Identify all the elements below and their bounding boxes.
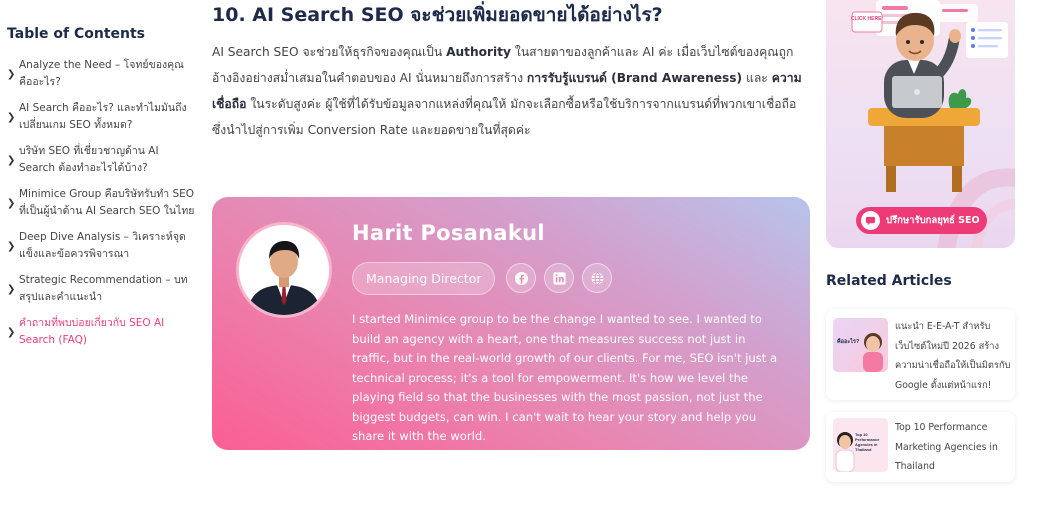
author-role-badge: Managing Director <box>352 262 496 295</box>
toc-item[interactable]: ❯ บริษัท SEO ที่เชี่ยวชาญด้าน AI Search … <box>7 143 197 177</box>
related-article-title: Top 10 Performance Marketing Agencies in… <box>895 422 998 472</box>
toc-item-label: Strategic Recommendation – บทสรุปและคำแน… <box>19 274 188 303</box>
toc-item-label: บริษัท SEO ที่เชี่ยวชาญด้าน AI Search ต้… <box>19 145 159 174</box>
chevron-right-icon: ❯ <box>7 326 16 338</box>
paragraph-text: ในระดับสูงค่ะ ผู้ใช้ที่ได้รับข้อมูลจากแห… <box>212 97 797 137</box>
paragraph-emphasis: การรับรู้แบรนด์ (Brand Awareness) <box>526 71 743 85</box>
related-articles-title: Related Articles <box>826 273 952 289</box>
toc-item[interactable]: ❯ Strategic Recommendation – บทสรุปและคำ… <box>7 272 197 306</box>
section-heading: 10. AI Search SEO จะช่วยเพิ่มยอดขายได้อย… <box>212 4 663 26</box>
paragraph-text: และ <box>742 71 772 85</box>
toc-item[interactable]: ❯ AI Search คืออะไร? และทำไมมันถึงเปลี่ย… <box>7 100 197 134</box>
toc-item-active[interactable]: ❯ คำถามที่พบบ่อยเกี่ยวกับ SEO AI Search … <box>7 315 197 349</box>
promo-banner[interactable]: CLICK HERE! ปรึกษารับกลยุทธ์ SEO <box>826 0 1015 248</box>
linkedin-icon[interactable] <box>544 263 574 293</box>
banner-sticker-text: CLICK HERE! <box>851 16 884 22</box>
toc-item-label: Analyze the Need – โจทย์ของคุณคืออะไร? <box>19 59 184 88</box>
chevron-right-icon: ❯ <box>7 240 16 252</box>
toc-title: Table of Contents <box>7 26 146 42</box>
article-thumbnail: Top 10 Performance Agencies in Thailand <box>833 418 888 472</box>
chevron-right-icon: ❯ <box>7 111 16 123</box>
paragraph-text: AI Search SEO จะช่วยให้ธุรกิจของคุณเป็น <box>212 45 447 59</box>
article-section: 10. AI Search SEO จะช่วยเพิ่มยอดขายได้อย… <box>212 0 812 143</box>
chevron-right-icon: ❯ <box>7 68 16 80</box>
consult-seo-button[interactable]: ปรึกษารับกลยุทธ์ SEO <box>856 207 987 234</box>
article-thumbnail: คืออะไร? <box>833 318 888 372</box>
paragraph-emphasis: Authority <box>446 45 512 59</box>
globe-icon[interactable] <box>582 263 612 293</box>
related-article-card[interactable]: คืออะไร? แนะนำ E-E-A-T สำหรับเว็บไซต์ใหม… <box>826 309 1015 400</box>
author-avatar <box>236 222 332 318</box>
facebook-icon[interactable] <box>506 263 536 293</box>
toc-item[interactable]: ❯ Deep Dive Analysis – วิเคราะห์จุดแข็งแ… <box>7 229 197 263</box>
related-article-title: แนะนำ E-E-A-T สำหรับเว็บไซต์ใหม่ปี 2026 … <box>895 321 1011 391</box>
table-of-contents: Table of Contents ❯ Analyze the Need – โ… <box>7 26 197 358</box>
author-card: Harit Posanakul Managing Director I star… <box>212 197 810 450</box>
thumbnail-text: คืออะไร? <box>837 337 860 345</box>
author-name: Harit Posanakul <box>352 221 545 245</box>
consult-seo-label: ปรึกษารับกลยุทธ์ SEO <box>886 215 980 226</box>
chevron-right-icon: ❯ <box>7 197 16 209</box>
chevron-right-icon: ❯ <box>7 283 16 295</box>
thumbnail-text: Top 10 Performance Agencies in Thailand <box>855 432 880 452</box>
chevron-right-icon: ❯ <box>7 154 16 166</box>
toc-item-label: AI Search คืออะไร? และทำไมมันถึงเปลี่ยนเ… <box>19 102 187 131</box>
toc-item[interactable]: ❯ Minimice Group คือบริษัทรับทำ SEO ที่เ… <box>7 186 197 220</box>
section-paragraph: AI Search SEO จะช่วยให้ธุรกิจของคุณเป็น … <box>212 39 812 143</box>
toc-item-label: Deep Dive Analysis – วิเคราะห์จุดแข็งและ… <box>19 231 186 260</box>
toc-item-label: คำถามที่พบบ่อยเกี่ยวกับ SEO AI Search (F… <box>19 317 165 346</box>
toc-item[interactable]: ❯ Analyze the Need – โจทย์ของคุณคืออะไร? <box>7 57 197 91</box>
author-bio: I started Minimice group to be the chang… <box>352 312 778 443</box>
related-article-card[interactable]: Top 10 Performance Agencies in Thailand … <box>826 412 1015 482</box>
toc-item-label: Minimice Group คือบริษัทรับทำ SEO ที่เป็… <box>19 188 195 217</box>
chat-icon <box>861 211 880 230</box>
